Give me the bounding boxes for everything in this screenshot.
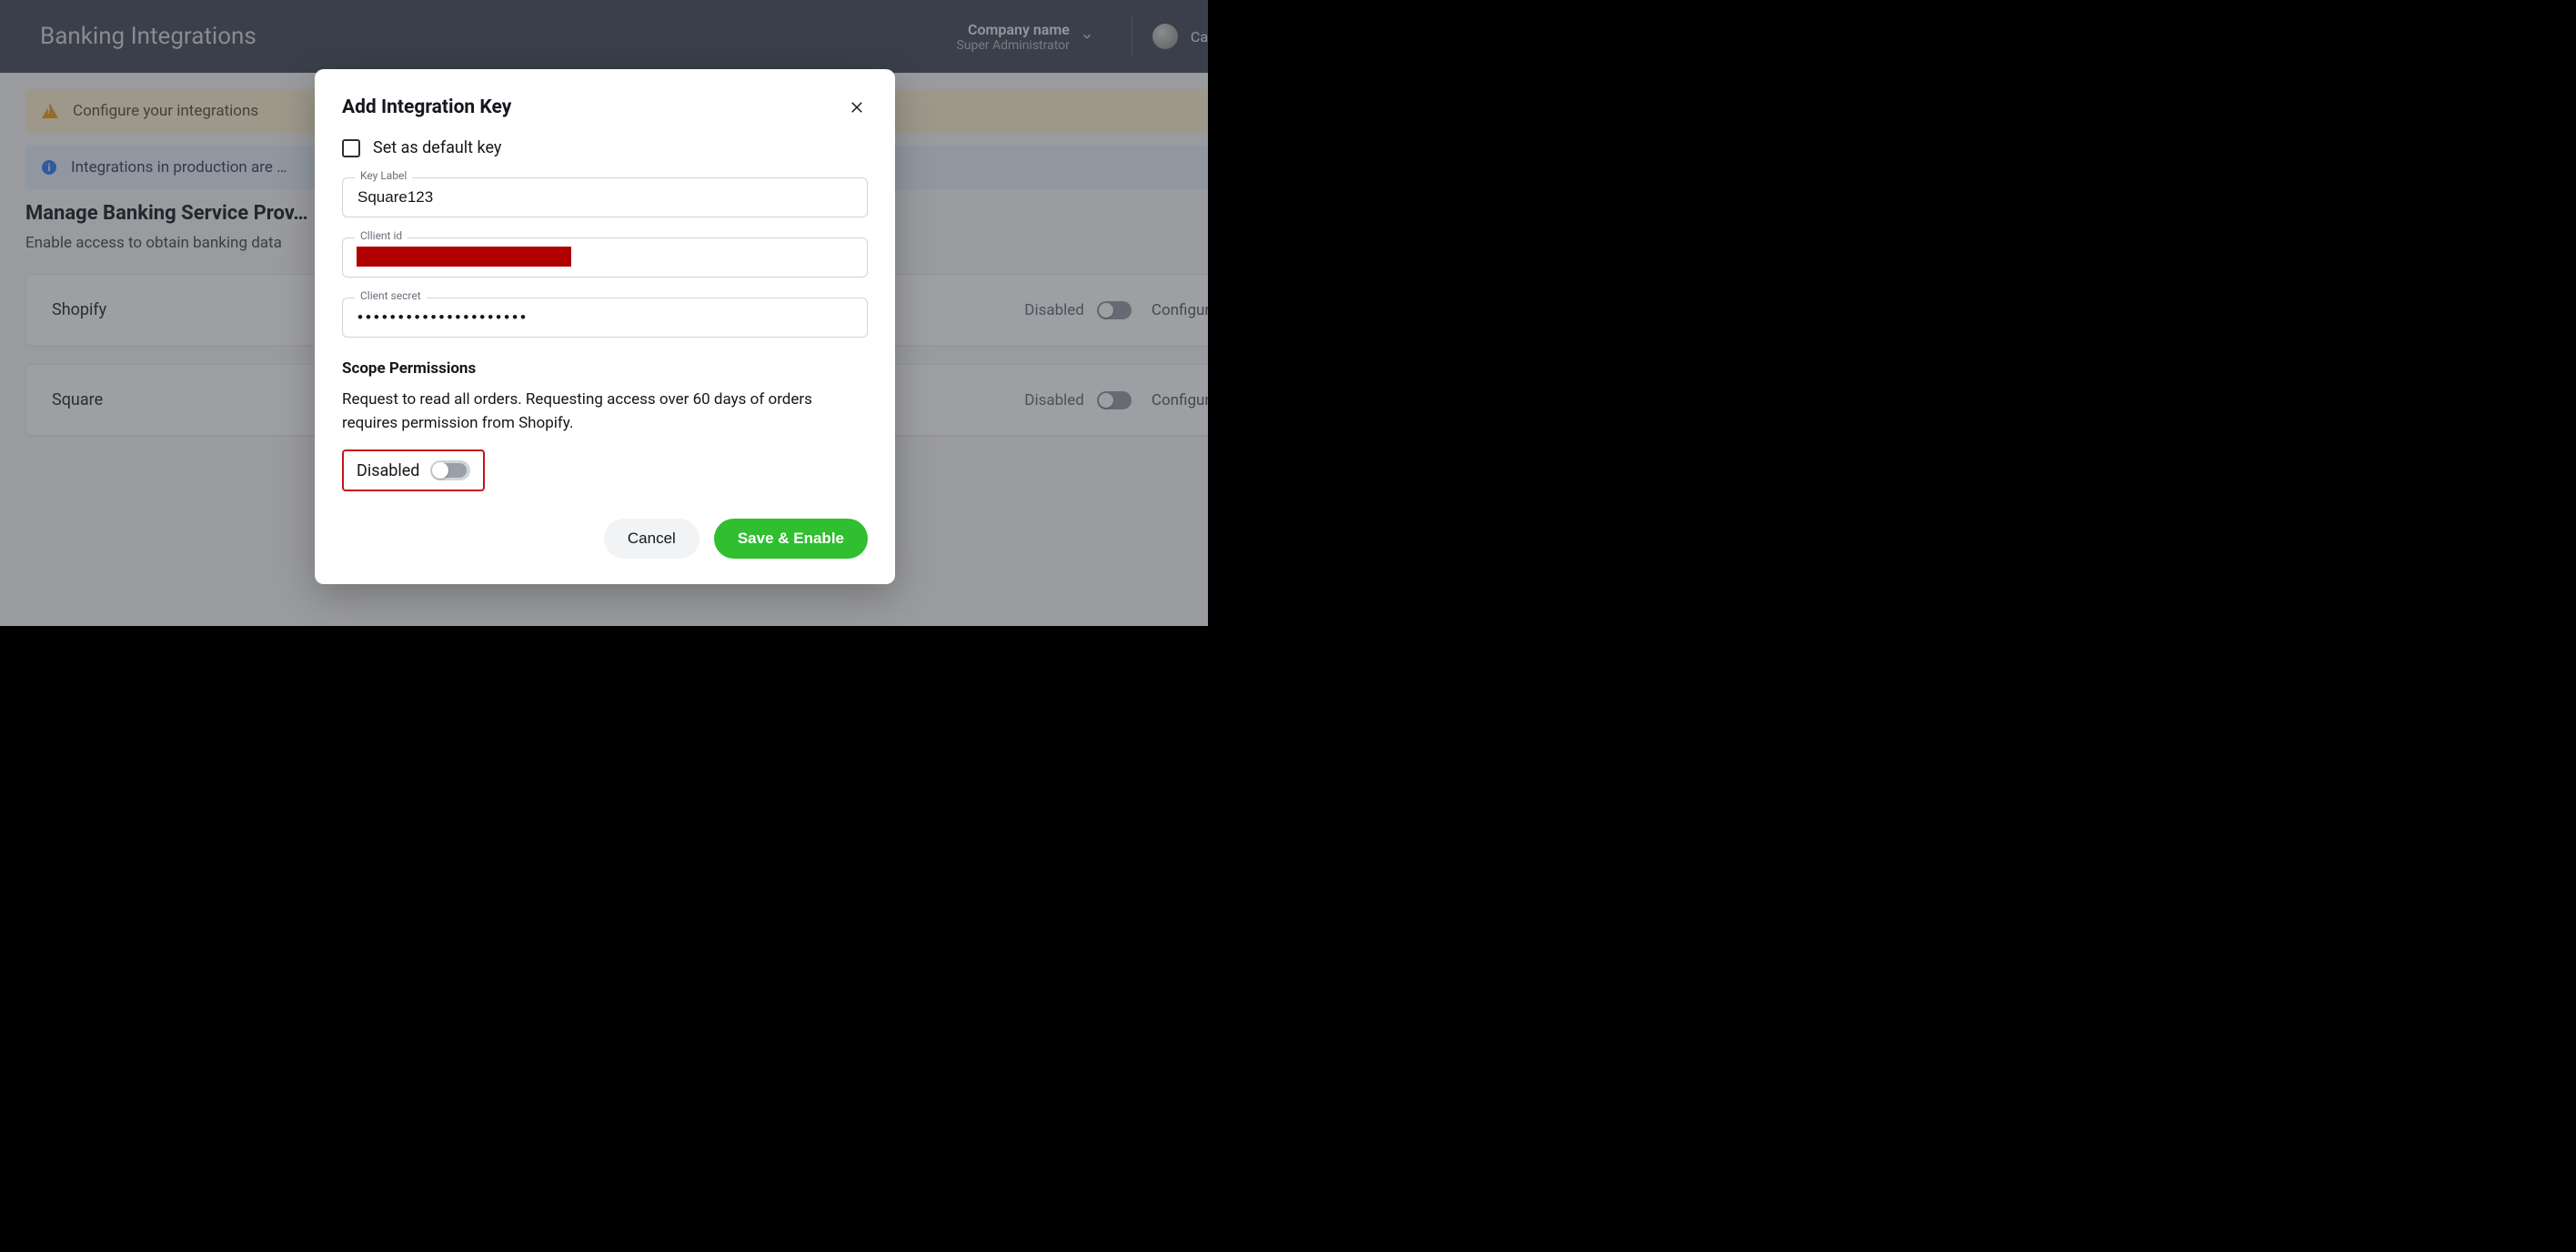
scope-permissions-title: Scope Permissions: [342, 359, 868, 378]
add-integration-key-modal: Add Integration Key Set as default key K…: [315, 69, 895, 584]
save-enable-button[interactable]: Save & Enable: [714, 519, 868, 559]
client-secret-input[interactable]: [342, 298, 868, 338]
set-default-label: Set as default key: [373, 138, 501, 157]
close-icon[interactable]: [846, 96, 868, 118]
key-label-input[interactable]: [342, 177, 868, 217]
field-label: Key Label: [355, 169, 412, 182]
client-secret-field: Client secret: [342, 298, 868, 338]
scope-toggle-label: Disabled: [357, 461, 419, 480]
cancel-button[interactable]: Cancel: [604, 519, 699, 559]
modal-title: Add Integration Key: [342, 96, 511, 118]
key-label-field: Key Label: [342, 177, 868, 217]
field-label: Client secret: [355, 289, 427, 302]
client-id-field: Cllient id: [342, 237, 868, 278]
letterbox-bar: [1208, 0, 1288, 626]
redacted-value: [357, 247, 571, 267]
scope-permissions-description: Request to read all orders. Requesting a…: [342, 389, 868, 435]
scope-toggle-row: Disabled: [342, 449, 485, 491]
set-default-row[interactable]: Set as default key: [342, 138, 868, 157]
field-label: Cllient id: [355, 229, 408, 242]
checkbox-icon[interactable]: [342, 139, 360, 157]
scope-toggle[interactable]: [430, 460, 470, 480]
